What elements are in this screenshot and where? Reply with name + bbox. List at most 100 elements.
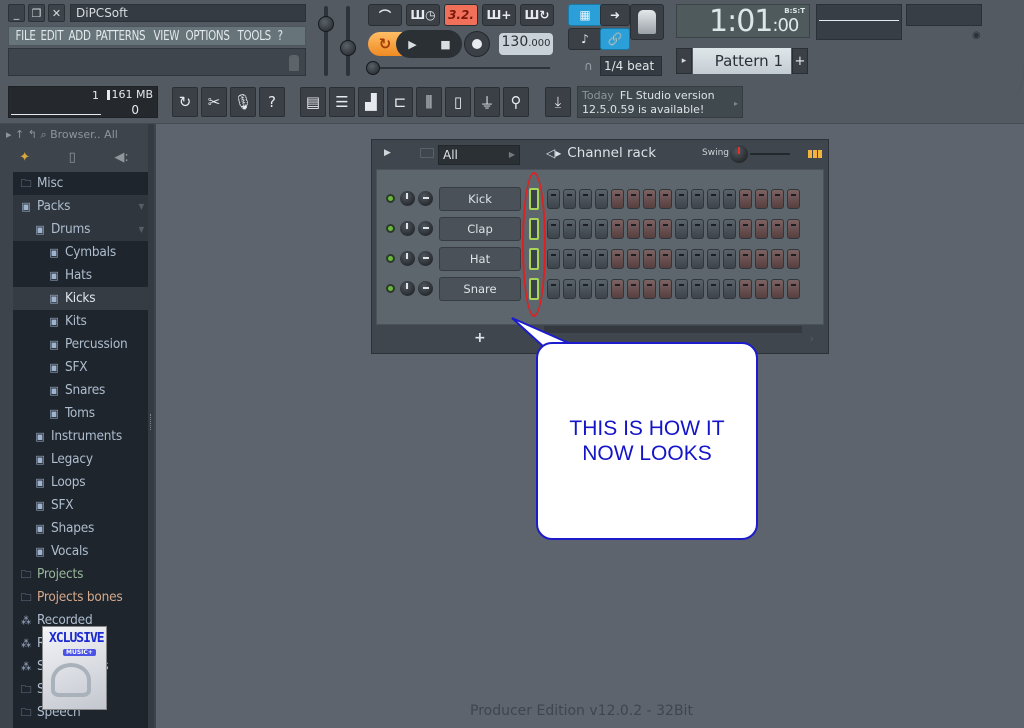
play-button[interactable]: ▶ <box>396 30 429 58</box>
menu-help[interactable]: ? <box>274 29 286 44</box>
menu-file[interactable]: FILE <box>12 29 39 44</box>
step-button[interactable] <box>755 249 768 269</box>
piano-roll-button[interactable]: ▟ <box>358 87 384 117</box>
step-button[interactable] <box>739 249 752 269</box>
song-position-knob[interactable] <box>366 61 380 75</box>
step-button[interactable] <box>659 189 672 209</box>
news-next-icon[interactable]: ▸ <box>734 97 738 111</box>
multilink-button[interactable]: 🔗 <box>600 28 630 50</box>
swing-knob[interactable] <box>730 145 748 163</box>
browser-item[interactable]: ▣ Packs ▼ <box>13 195 148 218</box>
step-edit-button[interactable]: Ш+ <box>482 4 516 26</box>
song-position-slider[interactable] <box>372 67 550 69</box>
step-button[interactable] <box>787 249 800 269</box>
step-button[interactable] <box>563 189 576 209</box>
step-button[interactable] <box>547 279 560 299</box>
rack-horizontal-scrollbar[interactable] <box>544 326 802 333</box>
add-pattern-button[interactable]: + <box>792 48 808 74</box>
browser-item[interactable]: ▣ Toms <box>13 402 148 425</box>
browser-item[interactable]: ▣ SFX <box>13 494 148 517</box>
metronome-button[interactable]: ⌒ <box>368 4 402 26</box>
step-button[interactable] <box>675 279 688 299</box>
menu-options[interactable]: OPTIONS <box>182 29 233 44</box>
step-button[interactable] <box>739 279 752 299</box>
channel-pan-knob[interactable] <box>400 251 415 266</box>
tempo-tapper-button[interactable]: ⚲ <box>503 87 529 117</box>
channel-pan-knob[interactable] <box>400 221 415 236</box>
loop-record-button[interactable]: Ш↻ <box>520 4 554 26</box>
menu-patterns[interactable]: PATTERNS <box>92 29 149 44</box>
step-button[interactable] <box>691 219 704 239</box>
step-button[interactable] <box>707 219 720 239</box>
playlist-button[interactable]: ▤ <box>300 87 326 117</box>
menu-add[interactable]: ADD <box>65 29 94 44</box>
tempo-field[interactable]: 130.000 <box>499 33 553 55</box>
step-button[interactable] <box>723 279 736 299</box>
download-update-button[interactable]: ⤓ <box>545 87 571 117</box>
master-volume-slider[interactable] <box>318 6 334 76</box>
cut-button[interactable]: ✂ <box>201 87 227 117</box>
step-button[interactable] <box>787 219 800 239</box>
channel-rack-button[interactable]: ☰ <box>329 87 355 117</box>
browser-item[interactable]: ▣ Instruments <box>13 425 148 448</box>
step-button[interactable] <box>755 279 768 299</box>
browser-title[interactable]: Browser.. All <box>50 128 118 141</box>
step-button[interactable] <box>723 249 736 269</box>
step-button[interactable] <box>787 189 800 209</box>
step-button[interactable] <box>547 189 560 209</box>
browser-item[interactable]: ▣ Snares <box>13 379 148 402</box>
step-button[interactable] <box>675 249 688 269</box>
step-button[interactable] <box>595 219 608 239</box>
chevron-right-icon[interactable]: › <box>810 332 814 345</box>
browser-item[interactable]: ▣ Kits <box>13 310 148 333</box>
step-button[interactable] <box>675 219 688 239</box>
add-channel-button[interactable]: + <box>474 330 486 346</box>
chevron-down-icon[interactable]: ▼ <box>139 218 145 241</box>
step-button[interactable] <box>563 279 576 299</box>
channel-mute-led[interactable] <box>386 194 395 203</box>
step-button[interactable] <box>771 249 784 269</box>
master-pitch-slider[interactable] <box>340 6 356 76</box>
record-audio-button[interactable]: 🎙 <box>230 87 256 117</box>
minimize-button[interactable]: _ <box>8 4 25 22</box>
step-button[interactable] <box>563 249 576 269</box>
step-button[interactable] <box>547 219 560 239</box>
step-button[interactable] <box>627 219 640 239</box>
browser-nav-icons[interactable]: ▸ ↑ ↰ ⌕ <box>6 128 47 141</box>
step-button[interactable] <box>643 249 656 269</box>
browser-item[interactable]: ▣ Shapes <box>13 517 148 540</box>
channel-volume-knob[interactable] <box>418 281 433 296</box>
step-button[interactable] <box>739 189 752 209</box>
step-button[interactable] <box>659 219 672 239</box>
step-button[interactable] <box>787 279 800 299</box>
snap-selector[interactable]: 1/4 beat <box>600 56 662 76</box>
rack-options-icon[interactable]: ▶ <box>384 148 391 158</box>
browser-item[interactable]: ▣ Cymbals <box>13 241 148 264</box>
typing-keyboard-toggle[interactable]: ▦ <box>568 4 602 26</box>
help-button[interactable]: ? <box>259 87 285 117</box>
master-knob[interactable] <box>630 4 664 40</box>
channel-mute-led[interactable] <box>386 284 395 293</box>
step-button[interactable] <box>723 219 736 239</box>
step-button[interactable] <box>755 219 768 239</box>
undo-button[interactable]: ↻ <box>172 87 198 117</box>
browser-item[interactable]: ▣ Legacy <box>13 448 148 471</box>
step-button[interactable] <box>691 249 704 269</box>
news-panel[interactable]: Today FL Studio version 12.5.0.59 is avai… <box>577 86 743 118</box>
channel-pan-knob[interactable] <box>400 191 415 206</box>
countdown-button[interactable]: 3.2. <box>444 4 478 26</box>
mixer-button[interactable]: ⫼ <box>416 87 442 117</box>
browser-item[interactable]: ▣ Hats <box>13 264 148 287</box>
menu-tools[interactable]: TOOLS <box>234 29 274 44</box>
channel-volume-knob[interactable] <box>418 251 433 266</box>
blend-notes-button[interactable]: ♪ <box>568 28 602 50</box>
step-button[interactable] <box>707 189 720 209</box>
browser-item[interactable]: ▣ SFX <box>13 356 148 379</box>
channel-name-button[interactable]: Clap <box>439 217 521 241</box>
step-button[interactable] <box>563 219 576 239</box>
step-button[interactable] <box>643 279 656 299</box>
step-button[interactable] <box>707 279 720 299</box>
step-button[interactable] <box>771 279 784 299</box>
record-button[interactable] <box>464 31 490 57</box>
close-button[interactable]: ✕ <box>48 4 65 22</box>
